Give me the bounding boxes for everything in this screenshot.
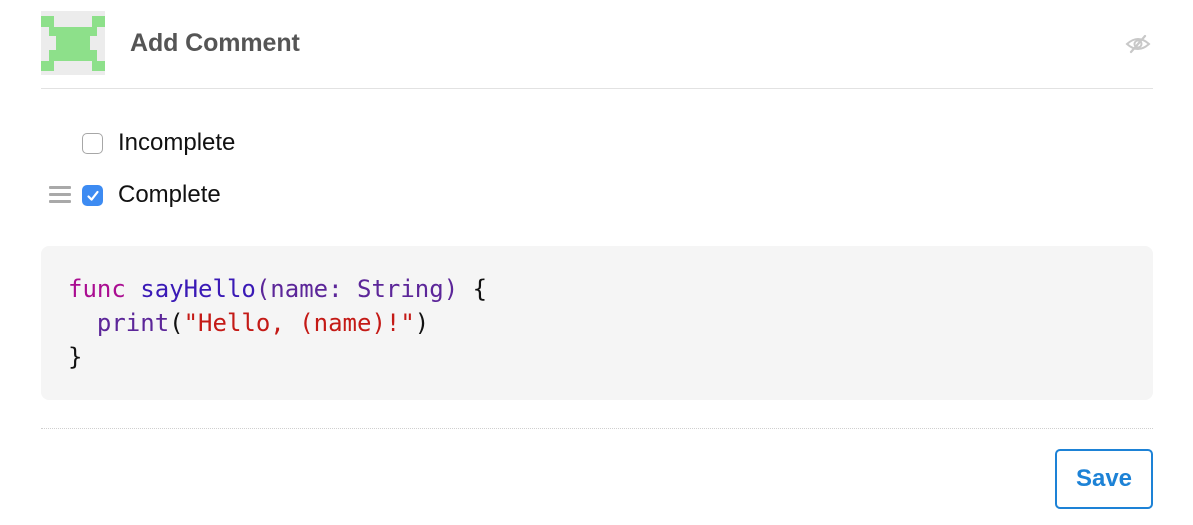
code-punctuation: : — [328, 275, 343, 303]
task-checkbox-checked[interactable] — [82, 184, 103, 206]
code-punctuation: ( — [255, 275, 271, 303]
task-label: Incomplete — [118, 129, 236, 156]
code-function-name: sayHello — [140, 275, 256, 303]
code-string: "Hello, (name)!" — [183, 309, 415, 337]
footer-divider — [41, 428, 1153, 429]
identicon-avatar-icon — [41, 11, 105, 75]
task-item-complete: Complete — [82, 181, 221, 209]
code-brace: } — [68, 343, 83, 371]
code-keyword: func — [68, 275, 126, 303]
eye-slash-icon[interactable] — [1125, 34, 1151, 54]
code-brace: { — [472, 275, 488, 303]
code-call: print — [96, 309, 170, 337]
header-divider — [41, 88, 1153, 89]
code-punctuation: ) — [414, 309, 430, 337]
save-button[interactable]: Save — [1055, 449, 1153, 509]
checkmark-icon — [87, 190, 99, 201]
code-parameter: name — [270, 275, 329, 303]
task-item-incomplete: Incomplete — [82, 129, 235, 157]
page-title: Add Comment — [130, 29, 300, 57]
avatar — [41, 11, 105, 75]
code-punctuation: ) — [443, 275, 459, 303]
comment-header: Add Comment — [41, 11, 1153, 75]
code-line: func sayHello(name: String) { — [68, 272, 1153, 306]
drag-handle-icon[interactable] — [49, 186, 71, 204]
code-punctuation: ( — [169, 309, 184, 337]
task-checkbox-unchecked[interactable] — [82, 132, 103, 154]
code-type: String — [357, 275, 444, 303]
code-line: } — [68, 340, 1153, 374]
code-line: print("Hello, (name)!") — [68, 306, 1153, 340]
task-label: Complete — [118, 181, 221, 208]
code-block: func sayHello(name: String) { print("Hel… — [41, 246, 1153, 400]
